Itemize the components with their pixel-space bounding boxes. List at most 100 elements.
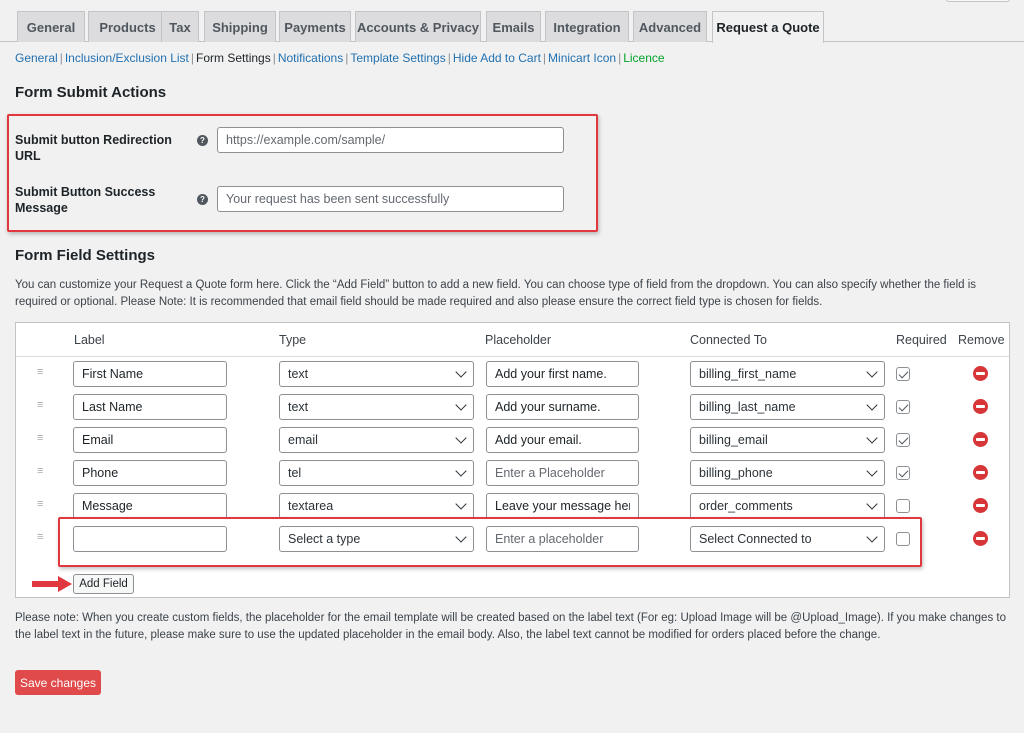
form-field-description: You can customize your Request a Quote f…	[15, 279, 977, 308]
required-checkbox[interactable]	[896, 466, 910, 480]
remove-circle-icon[interactable]	[973, 399, 988, 414]
chevron-down-icon	[455, 432, 467, 444]
remove-circle-icon[interactable]	[973, 531, 988, 546]
field-label-input[interactable]	[73, 394, 227, 420]
chevron-down-icon	[866, 498, 878, 510]
required-checkbox[interactable]	[896, 532, 910, 546]
field-type-select[interactable]: textarea	[279, 493, 474, 519]
connected-to-select[interactable]: billing_last_name	[690, 394, 885, 420]
form-fields-table: Label Type Placeholder Connected To Requ…	[15, 322, 1010, 598]
save-changes-button[interactable]: Save changes	[15, 670, 101, 695]
field-type-value: email	[288, 433, 318, 447]
required-checkbox[interactable]	[896, 400, 910, 414]
connected-to-select[interactable]: Select Connected to	[690, 526, 885, 552]
subnav-inclusion-exclusion[interactable]: Inclusion/Exclusion List	[65, 51, 189, 65]
top-button-edge[interactable]	[946, 0, 1010, 2]
subnav-minicart-icon[interactable]: Minicart Icon	[548, 51, 616, 65]
redirect-url-input[interactable]	[217, 127, 564, 153]
drag-handle-icon[interactable]: ≡	[37, 432, 43, 444]
field-type-select[interactable]: tel	[279, 460, 474, 486]
drag-handle-icon[interactable]: ≡	[37, 465, 43, 477]
field-placeholder-input[interactable]	[486, 394, 639, 420]
chevron-down-icon	[455, 399, 467, 411]
field-type-select[interactable]: text	[279, 361, 474, 387]
table-row: ≡ text billing_first_name	[16, 361, 1009, 387]
table-header: Label Type Placeholder Connected To Requ…	[16, 323, 1009, 357]
connected-to-value: billing_last_name	[699, 400, 796, 414]
help-icon[interactable]: ?	[197, 135, 208, 146]
field-label-input[interactable]	[73, 460, 227, 486]
field-type-value: text	[288, 400, 309, 414]
connected-to-select[interactable]: billing_first_name	[690, 361, 885, 387]
chevron-down-icon	[866, 366, 878, 378]
chevron-down-icon	[455, 366, 467, 378]
tab-emails[interactable]: Emails	[486, 11, 541, 42]
tab-integration[interactable]: Integration	[545, 11, 629, 42]
field-placeholder-input[interactable]	[486, 361, 639, 387]
drag-handle-icon[interactable]: ≡	[37, 366, 43, 378]
tab-tax[interactable]: Tax	[161, 11, 199, 42]
subnav-hide-add-to-cart[interactable]: Hide Add to Cart	[453, 51, 541, 65]
form-submit-heading: Form Submit Actions	[15, 84, 167, 101]
subnav-notifications[interactable]: Notifications	[278, 51, 343, 65]
field-placeholder-input[interactable]	[486, 427, 639, 453]
tab-shipping[interactable]: Shipping	[204, 11, 276, 42]
subnav-general[interactable]: General	[15, 51, 58, 65]
connected-to-select[interactable]: order_comments	[690, 493, 885, 519]
settings-tabs: General Products Tax Shipping Payments A…	[0, 0, 1024, 43]
connected-to-select[interactable]: billing_email	[690, 427, 885, 453]
required-checkbox[interactable]	[896, 499, 910, 513]
field-type-select[interactable]: text	[279, 394, 474, 420]
required-checkbox[interactable]	[896, 367, 910, 381]
column-header-required: Required	[896, 333, 947, 347]
chevron-down-icon	[455, 531, 467, 543]
tab-request-a-quote[interactable]: Request a Quote	[712, 11, 824, 43]
drag-handle-icon[interactable]: ≡	[37, 498, 43, 510]
tab-products[interactable]: Products	[88, 11, 167, 42]
field-placeholder-input[interactable]	[486, 460, 639, 486]
table-row: ≡ email billing_email	[16, 427, 1009, 453]
required-checkbox[interactable]	[896, 433, 910, 447]
success-message-label: Submit Button Success Message	[15, 185, 156, 215]
remove-circle-icon[interactable]	[973, 498, 988, 513]
field-type-value: Select a type	[288, 532, 361, 546]
column-header-placeholder: Placeholder	[485, 333, 552, 347]
tab-general[interactable]: General	[17, 11, 85, 42]
help-icon[interactable]: ?	[197, 194, 208, 205]
field-type-select[interactable]: email	[279, 427, 474, 453]
form-field-settings-heading: Form Field Settings	[15, 247, 156, 264]
tab-payments[interactable]: Payments	[279, 11, 351, 42]
field-label-input[interactable]	[73, 427, 227, 453]
redirect-url-label: Submit button Redirection URL	[15, 133, 172, 163]
column-header-connected-to: Connected To	[690, 333, 767, 347]
add-field-button[interactable]: Add Field	[73, 574, 134, 594]
tab-accounts-privacy[interactable]: Accounts & Privacy	[355, 11, 481, 42]
connected-to-value: order_comments	[699, 499, 793, 513]
field-type-select[interactable]: Select a type	[279, 526, 474, 552]
column-header-remove: Remove	[958, 333, 1005, 347]
chevron-down-icon	[866, 465, 878, 477]
connected-to-value: Select Connected to	[699, 532, 812, 546]
field-label-input[interactable]	[73, 361, 227, 387]
field-label-input[interactable]	[73, 493, 227, 519]
field-type-value: textarea	[288, 499, 334, 513]
field-placeholder-input[interactable]	[486, 526, 639, 552]
field-label-input[interactable]	[73, 526, 227, 552]
connected-to-value: billing_phone	[699, 466, 773, 480]
tab-advanced[interactable]: Advanced	[633, 11, 707, 42]
remove-circle-icon[interactable]	[973, 432, 988, 447]
subnav-licence[interactable]: Licence	[623, 51, 664, 65]
remove-circle-icon[interactable]	[973, 366, 988, 381]
custom-fields-note: Please note: When you create custom fiel…	[15, 612, 1006, 641]
connected-to-value: billing_first_name	[699, 367, 797, 381]
table-row: ≡ tel billing_phone	[16, 460, 1009, 486]
subnav-template-settings[interactable]: Template Settings	[350, 51, 445, 65]
connected-to-value: billing_email	[699, 433, 768, 447]
remove-circle-icon[interactable]	[973, 465, 988, 480]
field-type-value: tel	[288, 466, 302, 480]
field-placeholder-input[interactable]	[486, 493, 639, 519]
drag-handle-icon[interactable]: ≡	[37, 531, 43, 543]
connected-to-select[interactable]: billing_phone	[690, 460, 885, 486]
drag-handle-icon[interactable]: ≡	[37, 399, 43, 411]
success-message-input[interactable]	[217, 186, 564, 212]
